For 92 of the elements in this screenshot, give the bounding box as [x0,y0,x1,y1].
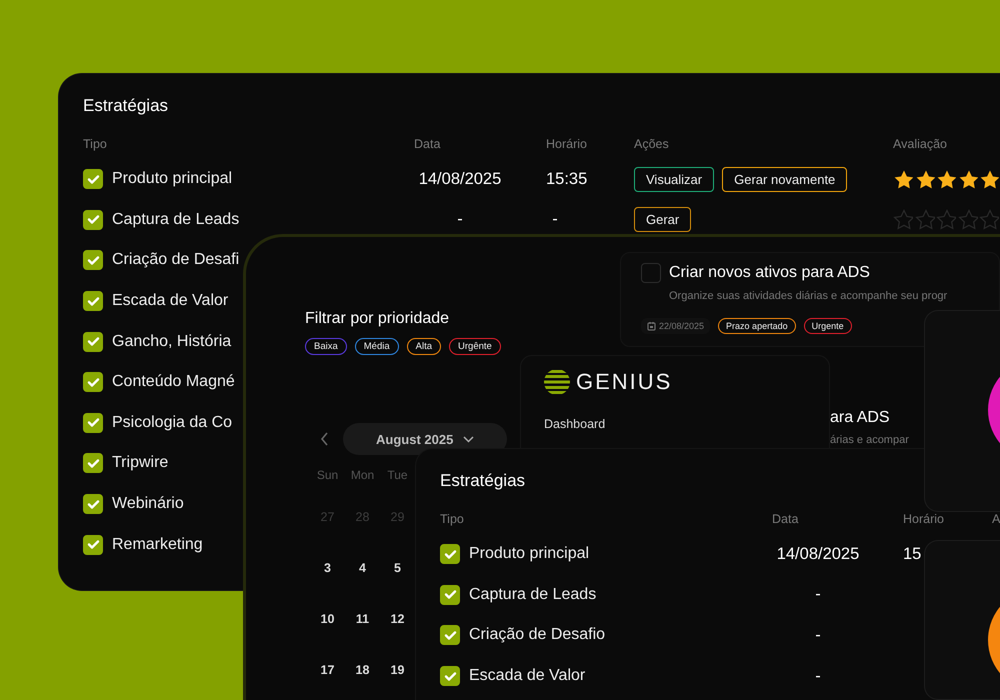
star-icon [979,168,999,190]
calendar-day[interactable]: 19 [390,660,404,700]
column-header: Tipo [83,137,107,151]
checkbox[interactable] [83,412,103,433]
task-title: ara ADS [830,409,890,426]
time-cell: 15:35 [546,170,588,189]
calendar-day[interactable]: 11 [356,609,370,660]
calendar-icon [647,321,656,331]
chevron-down-icon [463,436,474,442]
logo-icon [544,369,570,395]
row-label: Criação de Desafi [112,251,240,270]
row-label: Tripwire [112,454,168,472]
calendar-day[interactable]: 5 [394,558,401,609]
row-label: Captura de Leads [469,586,596,604]
checkbox[interactable] [83,169,103,190]
star-icon [979,209,999,230]
column-header: A [992,512,1000,526]
row-label: Criação de Desafio [469,626,606,644]
priority-chip[interactable]: Baixa [305,338,347,355]
action-button[interactable]: Gerar novamente [722,166,848,192]
column-header: Horário [546,137,587,151]
row-label: Gancho, História [112,332,232,351]
checkbox[interactable] [440,625,460,646]
star-icon [914,168,934,190]
date-cell-text: 14/08/2025 [776,544,860,564]
column-header: Tipo [440,512,464,526]
row-label: Escada de Valor [469,667,586,686]
checkbox[interactable] [83,494,103,514]
row-label: Escada de Valor [112,292,228,310]
star-icon [893,168,913,190]
date-cell-text: - [814,626,822,645]
checkbox[interactable] [83,210,103,230]
priority-chip[interactable]: Média [354,338,399,355]
nav-item[interactable]: Dashboard [544,417,606,431]
date-cell-text: - [814,666,822,686]
date-cell-text: 14/08/2025 [418,170,502,189]
column-header: Data [772,512,798,526]
weekday-label: Sun [316,467,338,484]
weekday-label: Mon [350,467,374,484]
checkbox[interactable] [83,250,103,270]
checkbox[interactable] [83,372,103,392]
table-title: Estratégias [440,471,526,491]
star-icon [936,168,956,190]
checkbox[interactable] [83,332,103,352]
priority-chip[interactable]: Alta [406,338,442,355]
table-title: Estratégias [83,96,168,116]
star-icon [893,209,913,230]
calendar-day[interactable]: 4 [359,558,366,609]
star-icon [958,209,978,230]
row-label: Produto principal [112,170,232,188]
priority-tag: Prazo apertado [718,318,796,334]
action-button[interactable]: Visualizar [634,166,714,192]
task-description: árias e acompar [830,434,909,446]
column-header: Horário [903,512,944,526]
star-icon [936,209,956,230]
filter-title: Filtrar por prioridade [305,309,450,329]
time-cell-text: - [551,210,559,230]
calendar-day[interactable]: 12 [390,609,404,660]
checkbox[interactable] [440,584,460,605]
action-button[interactable]: Gerar [634,207,692,232]
row-label: Remarketing [112,536,203,554]
calendar-day[interactable]: 3 [324,558,331,609]
row-label: Conteúdo Magné [112,373,235,392]
star-icon [958,168,978,190]
priority-chip[interactable]: Urgênte [449,338,501,355]
checkbox[interactable] [440,666,460,686]
checkbox[interactable] [641,263,661,283]
weekday-label: Tue [387,467,408,484]
row-label: Produto principal [469,545,590,564]
checkbox[interactable] [83,453,103,474]
checkbox[interactable] [83,534,103,555]
column-header: Avaliação [893,137,947,151]
due-date: 22/08/2025 [641,318,710,334]
task-description: Organize suas atividades diárias e acompanhe seu progr [669,290,948,302]
brand-name: GENIUS [576,369,672,395]
calendar-day[interactable]: 17 [320,660,334,700]
time-cell: 15 [903,544,922,564]
priority-tag: Urgente [804,318,852,334]
previous-month-icon [320,432,329,446]
calendar-day[interactable]: 18 [356,660,370,700]
checkbox[interactable] [83,291,103,312]
row-label: Webinário [112,495,184,514]
row-label: Psicologia da Co [112,414,232,432]
calendar-day[interactable]: 10 [320,609,334,660]
checkbox[interactable] [440,544,460,564]
column-header: Data [414,137,440,151]
date-cell-text: - [456,210,464,230]
row-label: Captura de Leads [112,210,240,229]
column-header: Ações [634,137,669,151]
task-title: Criar novos ativos para ADS [669,264,871,282]
date-cell-text: - [814,585,822,604]
star-icon [914,209,934,230]
